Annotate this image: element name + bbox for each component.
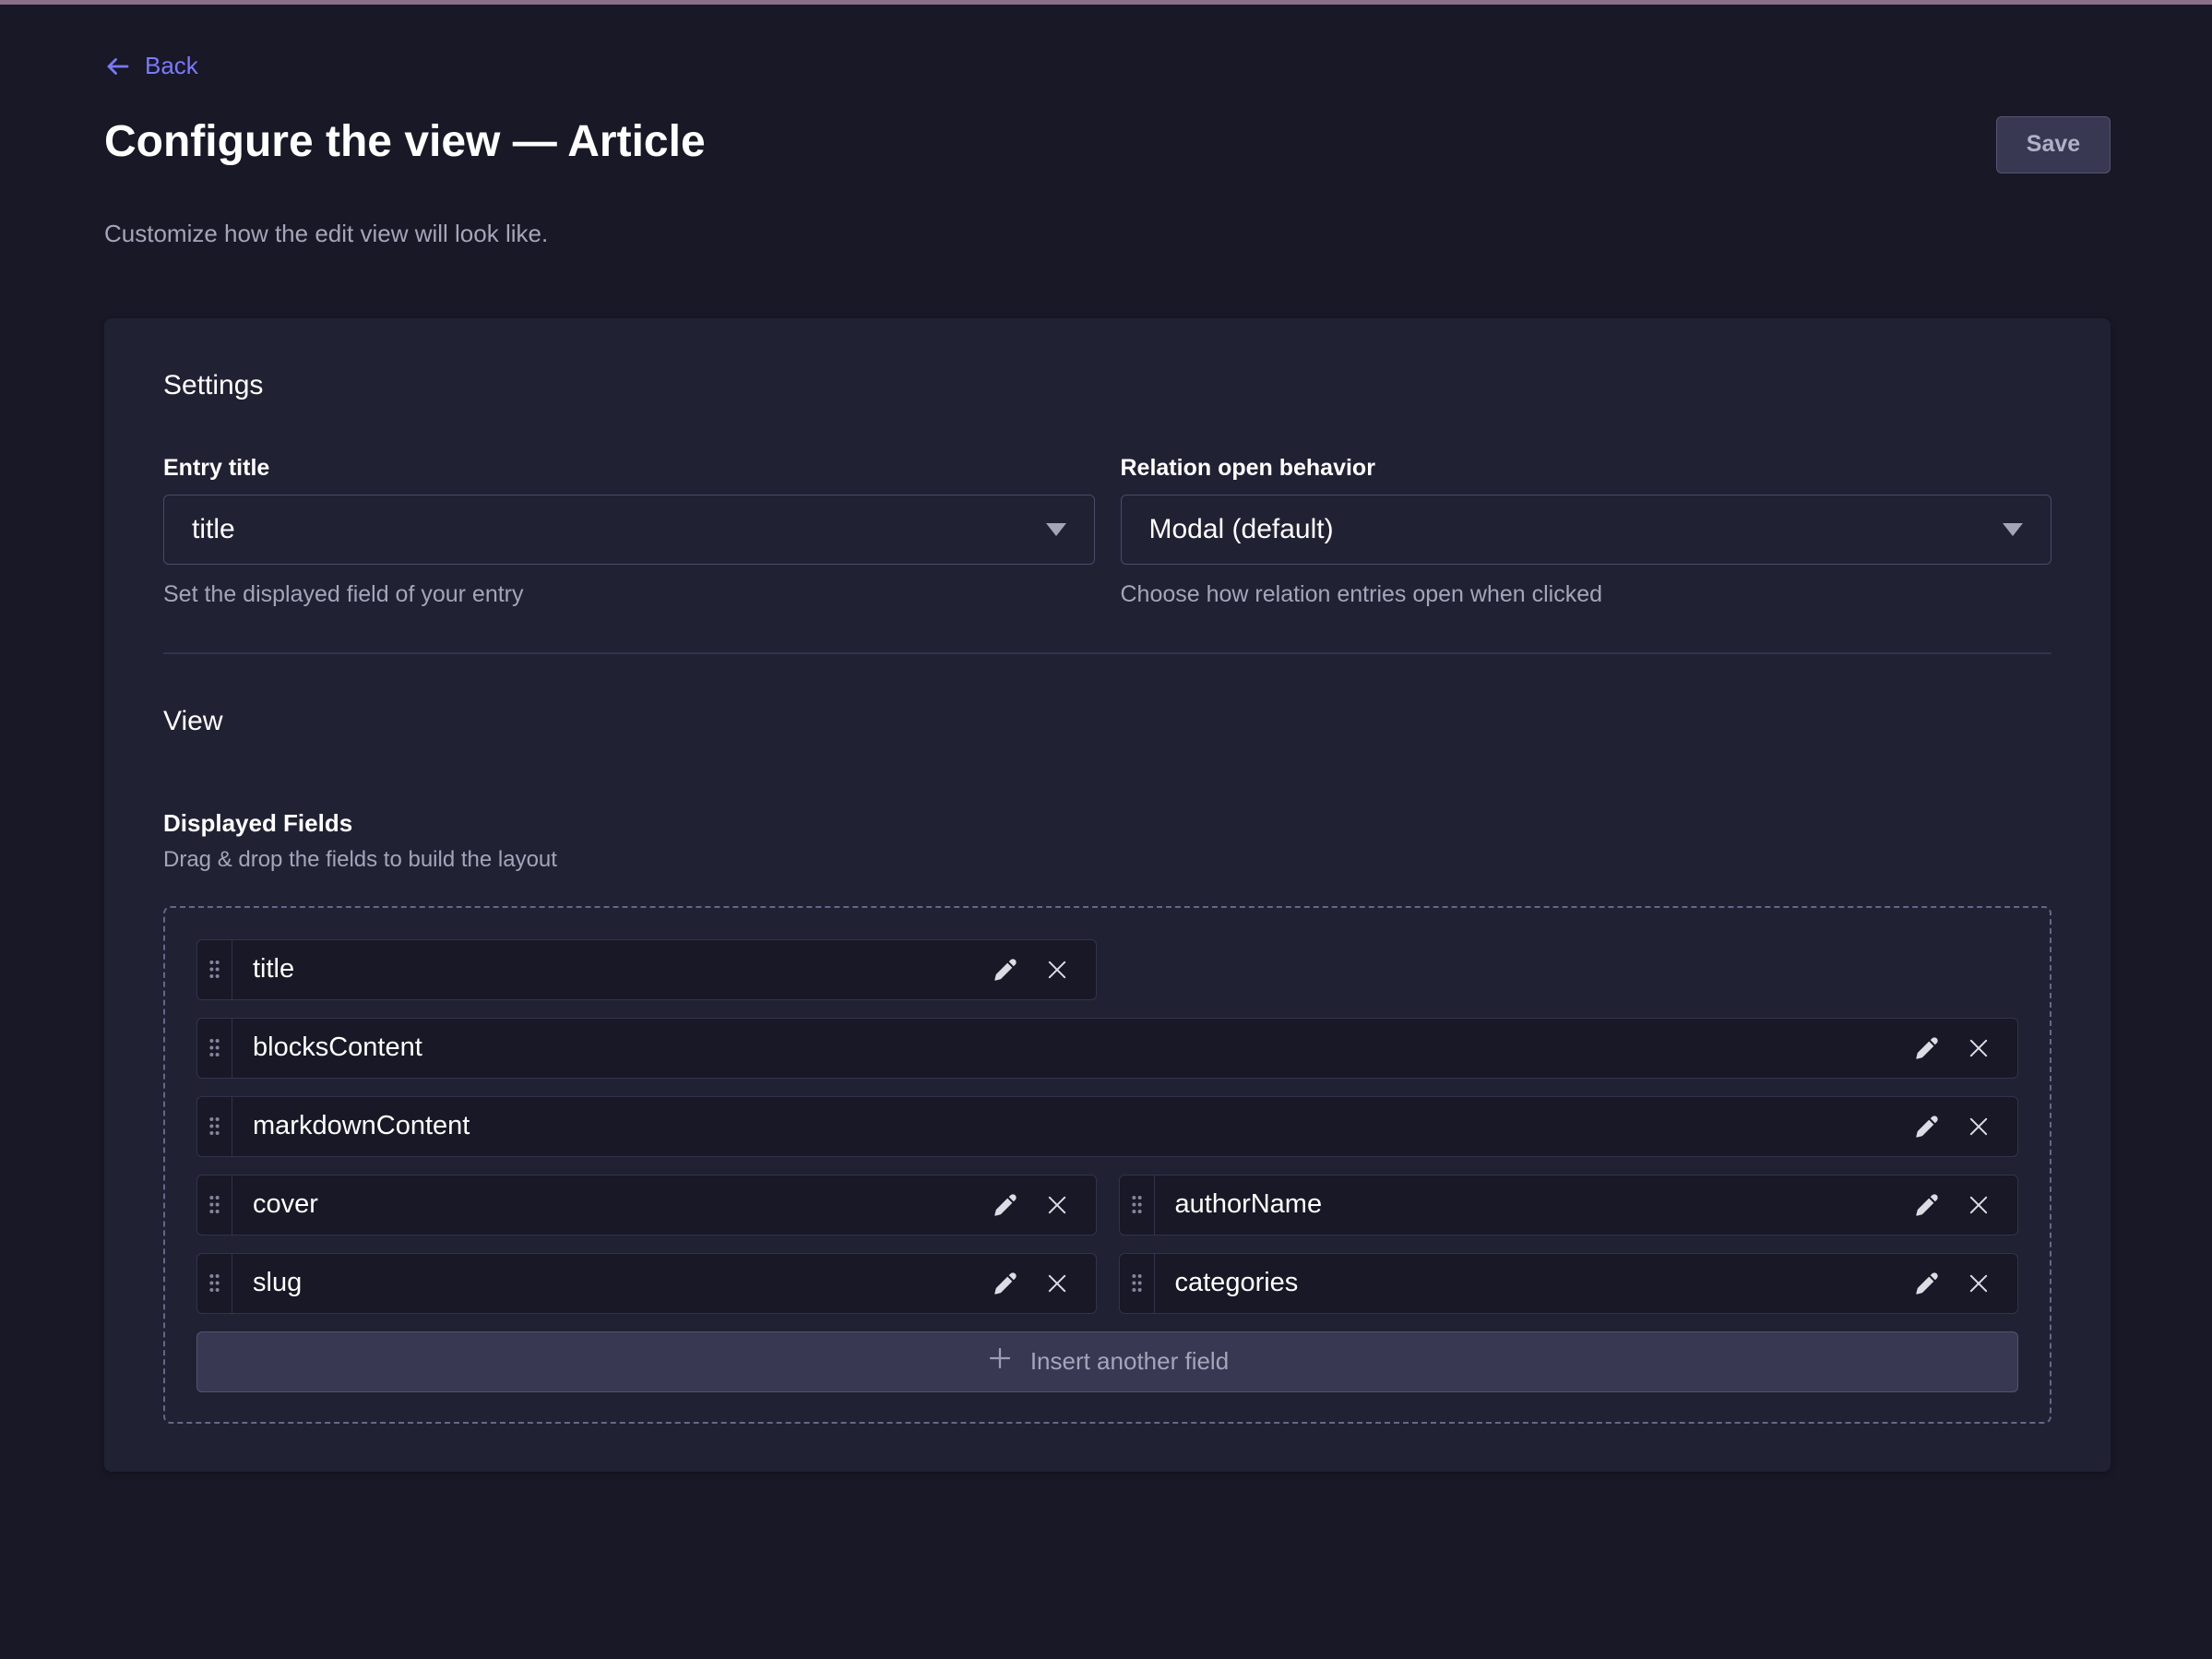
remove-field-button[interactable] (1039, 1187, 1076, 1223)
remove-field-button[interactable] (1960, 1265, 1997, 1302)
chevron-down-icon (2003, 523, 2023, 536)
field-row: title (196, 939, 2018, 1000)
field-row: cover authorName (196, 1175, 2018, 1235)
remove-field-button[interactable] (1960, 1030, 1997, 1067)
fields-dropzone: title blocksContent (163, 906, 2051, 1424)
field-actions (1909, 1176, 2017, 1235)
field-label: markdownContent (232, 1097, 1909, 1156)
field-card-categories[interactable]: categories (1119, 1253, 2019, 1314)
entry-title-select[interactable]: title (163, 495, 1095, 565)
drag-handle-icon[interactable] (1120, 1176, 1155, 1235)
field-label: title (232, 940, 987, 999)
field-row: markdownContent (196, 1096, 2018, 1157)
drag-handle-icon[interactable] (1120, 1254, 1155, 1313)
field-actions (987, 1176, 1096, 1235)
relation-behavior-hint: Choose how relation entries open when cl… (1121, 581, 2052, 608)
field-card-markdownContent[interactable]: markdownContent (196, 1096, 2018, 1157)
edit-field-button[interactable] (987, 1187, 1024, 1223)
remove-field-button[interactable] (1039, 951, 1076, 988)
edit-field-button[interactable] (1909, 1030, 1945, 1067)
field-actions (1909, 1254, 2017, 1313)
entry-title-value: title (192, 514, 235, 545)
field-card-authorName[interactable]: authorName (1119, 1175, 2019, 1235)
insert-field-button[interactable]: Insert another field (196, 1331, 2018, 1392)
field-actions (1909, 1097, 2017, 1156)
field-card-cover[interactable]: cover (196, 1175, 1097, 1235)
field-rows: title blocksContent (196, 939, 2018, 1314)
left-arrow-icon (104, 53, 132, 80)
drag-handle-icon[interactable] (197, 1176, 232, 1235)
remove-field-button[interactable] (1960, 1108, 1997, 1145)
field-actions (987, 1254, 1096, 1313)
settings-heading: Settings (163, 370, 2051, 401)
field-label: slug (232, 1254, 987, 1313)
back-link[interactable]: Back (104, 52, 198, 80)
page-subtitle: Customize how the edit view will look li… (104, 220, 2111, 248)
field-card-title[interactable]: title (196, 939, 1097, 1000)
field-actions (1909, 1019, 2017, 1078)
relation-behavior-label: Relation open behavior (1121, 455, 2052, 482)
remove-field-button[interactable] (1960, 1187, 1997, 1223)
entry-title-label: Entry title (163, 455, 1095, 482)
drag-handle-icon[interactable] (197, 940, 232, 999)
displayed-fields-title: Displayed Fields (163, 809, 2051, 838)
edit-field-button[interactable] (1909, 1187, 1945, 1223)
section-divider (163, 652, 2051, 654)
edit-field-button[interactable] (1909, 1265, 1945, 1302)
field-row: blocksContent (196, 1018, 2018, 1079)
field-label: cover (232, 1176, 987, 1235)
field-card-blocksContent[interactable]: blocksContent (196, 1018, 2018, 1079)
edit-field-button[interactable] (987, 1265, 1024, 1302)
edit-field-button[interactable] (1909, 1108, 1945, 1145)
edit-field-button[interactable] (987, 951, 1024, 988)
plus-icon (986, 1344, 1014, 1379)
relation-behavior-select[interactable]: Modal (default) (1121, 495, 2052, 565)
configuration-card: Settings Entry title title Set the displ… (104, 318, 2111, 1472)
back-label: Back (145, 52, 198, 80)
remove-field-button[interactable] (1039, 1265, 1076, 1302)
drag-handle-icon[interactable] (197, 1097, 232, 1156)
insert-field-label: Insert another field (1030, 1347, 1229, 1376)
entry-title-hint: Set the displayed field of your entry (163, 581, 1095, 608)
field-card-slug[interactable]: slug (196, 1253, 1097, 1314)
field-actions (987, 940, 1096, 999)
field-label: categories (1155, 1254, 1909, 1313)
drag-handle-icon[interactable] (197, 1019, 232, 1078)
field-label: authorName (1155, 1176, 1909, 1235)
configure-view-page: Back Configure the view — Article Save C… (0, 5, 2212, 1472)
field-row: slug categories (196, 1253, 2018, 1314)
save-button[interactable]: Save (1996, 116, 2111, 173)
chevron-down-icon (1046, 523, 1066, 536)
field-label: blocksContent (232, 1019, 1909, 1078)
view-heading: View (163, 706, 2051, 737)
relation-behavior-value: Modal (default) (1149, 514, 1334, 545)
displayed-fields-subtitle: Drag & drop the fields to build the layo… (163, 847, 2051, 873)
page-title: Configure the view — Article (104, 116, 706, 167)
drag-handle-icon[interactable] (197, 1254, 232, 1313)
